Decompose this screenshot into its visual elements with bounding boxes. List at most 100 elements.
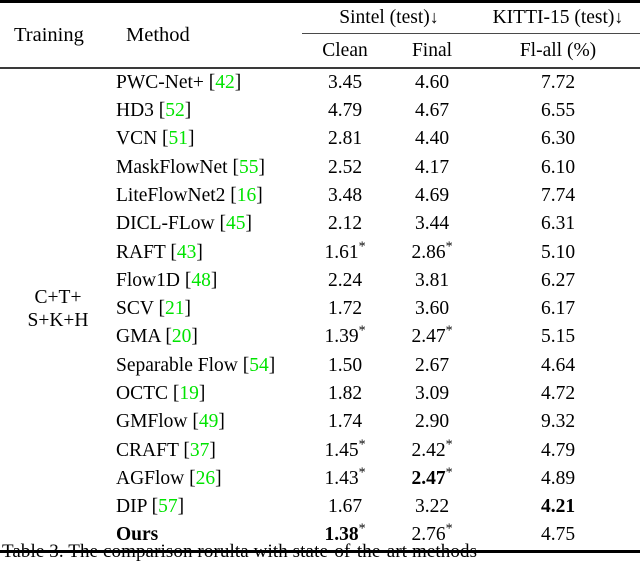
header-training: Training <box>14 23 84 46</box>
metric-value: 4.79 <box>327 100 363 122</box>
metric-value: 1.67 <box>327 496 363 518</box>
metric-value: 4.40 <box>414 128 450 150</box>
caption-body: The comparison rorulta with state-of-the… <box>68 541 478 562</box>
cell-kitti-flall: 9.32 <box>476 408 640 436</box>
cell-method: CRAFT [37] <box>116 436 302 464</box>
citation-ref[interactable]: 26 <box>196 468 216 489</box>
cell-sintel-clean: 1.61* <box>302 238 388 266</box>
metric-value: 4.64 <box>540 354 576 376</box>
cell-method: Flow1D [48] <box>116 267 302 295</box>
header-clean: Clean <box>322 39 368 61</box>
cell-kitti-flall: 4.64 <box>476 352 640 380</box>
citation-bracket-close: ] <box>184 100 192 122</box>
citation-ref[interactable]: 48 <box>191 270 211 291</box>
metric-value: 1.39 <box>324 326 359 348</box>
results-table-body: C+T+ S+K+H PWC-Net+ [42] 3.45 4.60 7.72 HD3 [5… <box>0 69 640 550</box>
cell-method: DICL-FLow [45] <box>116 210 302 238</box>
method-name: GMA <box>116 326 161 348</box>
metric-value: 1.61 <box>324 241 359 263</box>
cell-sintel-final: 4.69 <box>388 182 476 210</box>
cell-kitti-flall: 6.10 <box>476 153 640 181</box>
citation-ref[interactable]: 19 <box>179 383 199 404</box>
header-group-sintel: Sintel (test)↓ <box>302 3 477 34</box>
method-name: MaskFlowNet <box>116 156 228 178</box>
citation-ref[interactable]: 43 <box>177 242 197 263</box>
cell-sintel-final: 2.47* <box>388 465 476 493</box>
metric-value: 2.86 <box>411 241 446 263</box>
cell-sintel-final: 4.67 <box>388 97 476 125</box>
citation-ref[interactable]: 51 <box>169 128 189 149</box>
metric-value: 3.44 <box>414 213 450 235</box>
cell-sintel-clean: 1.39* <box>302 323 388 351</box>
cell-kitti-flall: 4.21 <box>476 493 640 521</box>
method-name: RAFT <box>116 241 166 263</box>
asterisk-marker: * <box>445 437 453 453</box>
citation-bracket-close: ] <box>256 184 263 206</box>
cell-sintel-final: 2.47* <box>388 323 476 351</box>
citation-ref[interactable]: 57 <box>158 496 178 517</box>
metric-value: 3.48 <box>327 184 363 206</box>
cell-sintel-final: 2.42* <box>388 436 476 464</box>
down-arrow-icon: ↓ <box>429 7 439 27</box>
metric-value: 1.50 <box>327 354 363 376</box>
citation-ref[interactable]: 54 <box>249 355 269 376</box>
cell-sintel-final: 2.86* <box>388 238 476 266</box>
metric-value: 3.45 <box>327 71 363 93</box>
cell-sintel-clean: 2.52 <box>302 153 388 181</box>
citation-ref[interactable]: 42 <box>215 72 235 93</box>
cell-sintel-clean: 1.82 <box>302 380 388 408</box>
citation-ref[interactable]: 16 <box>237 185 257 206</box>
table-caption: Table 3. The comparison rorulta with sta… <box>0 541 640 563</box>
asterisk-marker: * <box>445 521 453 537</box>
training-label-line2: S+K+H <box>27 310 89 332</box>
citation-bracket-close: ] <box>188 128 195 150</box>
cell-kitti-flall: 4.79 <box>476 436 640 464</box>
metric-value: 3.60 <box>414 298 450 320</box>
method-name: LiteFlowNet2 <box>116 184 226 206</box>
citation-bracket-close: ] <box>218 411 225 433</box>
metric-value: 3.09 <box>414 383 450 404</box>
citation-ref[interactable]: 37 <box>190 440 210 461</box>
metric-value: 1.45 <box>324 439 359 461</box>
metric-value: 6.27 <box>540 269 576 291</box>
cell-training-group: C+T+ S+K+H <box>0 69 116 550</box>
asterisk-marker: * <box>358 465 366 481</box>
metric-value: 2.12 <box>327 213 363 235</box>
metric-value: 9.32 <box>540 411 576 433</box>
cell-method: Separable Flow [54] <box>116 352 302 380</box>
metric-value: 1.72 <box>327 298 363 320</box>
citation-ref[interactable]: 49 <box>199 411 219 432</box>
citation-ref[interactable]: 55 <box>239 157 259 178</box>
asterisk-marker: * <box>358 239 366 255</box>
cell-method: GMFlow [49] <box>116 408 302 436</box>
asterisk-marker: * <box>358 521 366 537</box>
cell-sintel-final: 2.90 <box>388 408 476 436</box>
cell-method: SCV [21] <box>116 295 302 323</box>
metric-value: 1.43 <box>324 467 359 489</box>
method-name: GMFlow <box>116 411 188 433</box>
method-name: OCTC <box>116 383 169 404</box>
cell-sintel-final: 4.60 <box>388 69 476 97</box>
method-name: Flow1D <box>116 269 180 291</box>
metric-value: 5.15 <box>540 326 576 348</box>
metric-value: 2.67 <box>414 354 450 376</box>
citation-ref[interactable]: 45 <box>226 213 246 234</box>
cell-sintel-clean: 1.72 <box>302 295 388 323</box>
citation-bracket-close: ] <box>234 71 242 93</box>
cell-sintel-final: 4.40 <box>388 125 476 153</box>
cell-method: RAFT [43] <box>116 238 302 266</box>
metric-value: 6.30 <box>540 128 576 150</box>
metric-value: 2.24 <box>327 269 363 291</box>
asterisk-marker: * <box>445 239 453 255</box>
metric-value: 7.74 <box>540 184 576 206</box>
cell-sintel-final: 4.17 <box>388 153 476 181</box>
citation-bracket-close: ] <box>210 269 218 291</box>
citation-ref[interactable]: 20 <box>172 326 192 347</box>
citation-ref[interactable]: 52 <box>165 100 185 121</box>
citation-bracket-close: ] <box>258 156 265 178</box>
header-group-sintel-label: Sintel (test) <box>339 7 430 28</box>
citation-ref[interactable]: 21 <box>165 298 185 319</box>
table-header-group-row: Training Method Sintel (test)↓ KITTI-15 … <box>0 3 640 46</box>
metric-value: 4.60 <box>414 71 450 93</box>
metric-value: 4.89 <box>540 467 576 489</box>
